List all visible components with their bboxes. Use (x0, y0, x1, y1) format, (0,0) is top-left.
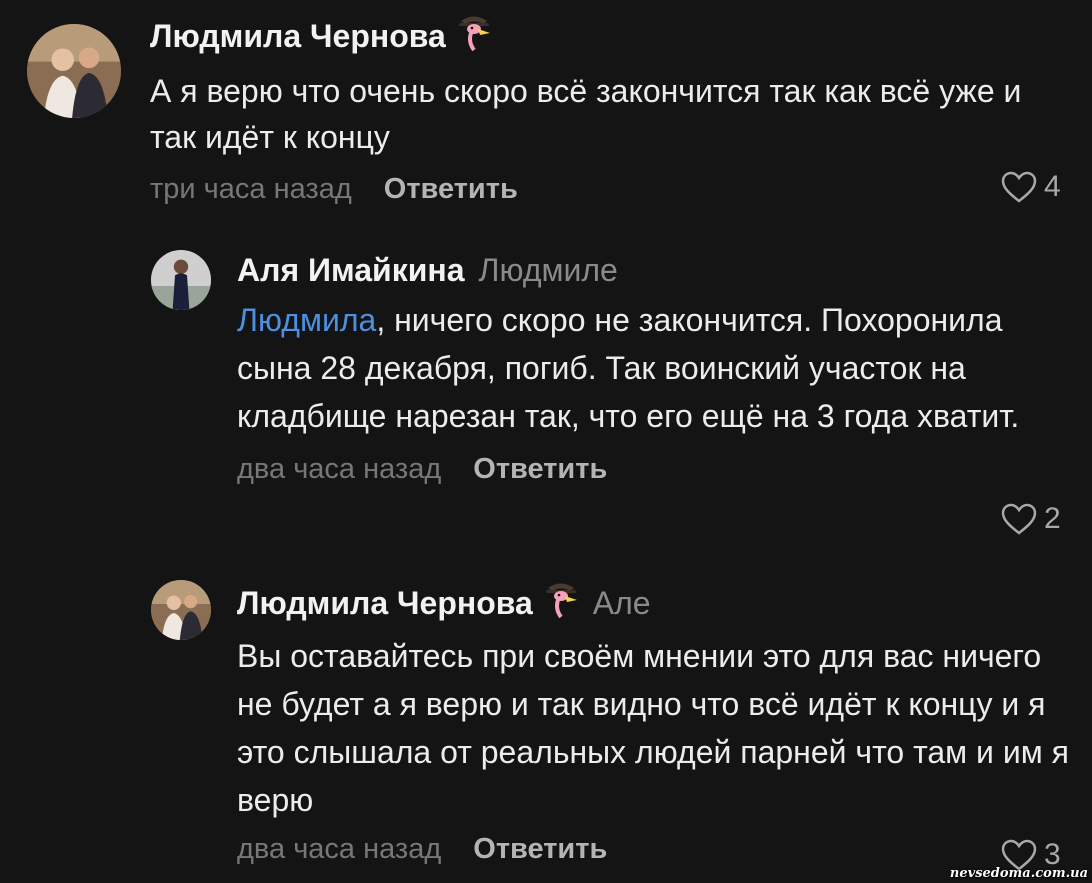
heart-icon (1001, 503, 1037, 535)
reply-button[interactable]: Ответить (384, 173, 518, 206)
mention-link[interactable]: Людмила (237, 302, 376, 338)
comment-text: Вы оставайтесь при своём мнении это для … (237, 638, 1069, 818)
heart-icon (1001, 171, 1037, 203)
reply-button[interactable]: Ответить (473, 833, 607, 866)
like-button[interactable]: 4 (1000, 170, 1061, 204)
avatar-photo-icon (151, 580, 211, 640)
comment-author[interactable]: Аля Имайкина (237, 252, 465, 289)
like-count: 2 (1044, 502, 1061, 535)
watermark: nevsedoma.com.ua (949, 866, 1088, 881)
reply-button[interactable]: Ответить (473, 453, 607, 486)
comment-author[interactable]: Людмила Чернова (237, 585, 533, 622)
like-count: 4 (1044, 170, 1061, 203)
avatar-photo-icon (151, 250, 211, 310)
avatar[interactable] (27, 24, 121, 118)
like-button[interactable]: 2 (1000, 502, 1061, 536)
comment-time: три часа назад (150, 172, 352, 205)
reply-to-name[interactable]: Людмиле (479, 252, 618, 289)
comment-time: два часа назад (237, 452, 442, 485)
comment-text: А я верю что очень скоро всё закончится … (150, 73, 1022, 155)
avatar[interactable] (151, 250, 211, 310)
avatar-photo-icon (27, 24, 121, 118)
avatar[interactable] (151, 580, 211, 640)
comment-time: два часа назад (237, 832, 442, 865)
reply-to-name[interactable]: Але (593, 585, 651, 622)
comment-author[interactable]: Людмила Чернова (150, 18, 446, 55)
pink-flamingo-in-hat-icon (543, 579, 579, 627)
comment-text: Людмила, ничего скоро не закончится. Пох… (237, 296, 1067, 440)
pink-flamingo-in-hat-icon (456, 12, 492, 60)
